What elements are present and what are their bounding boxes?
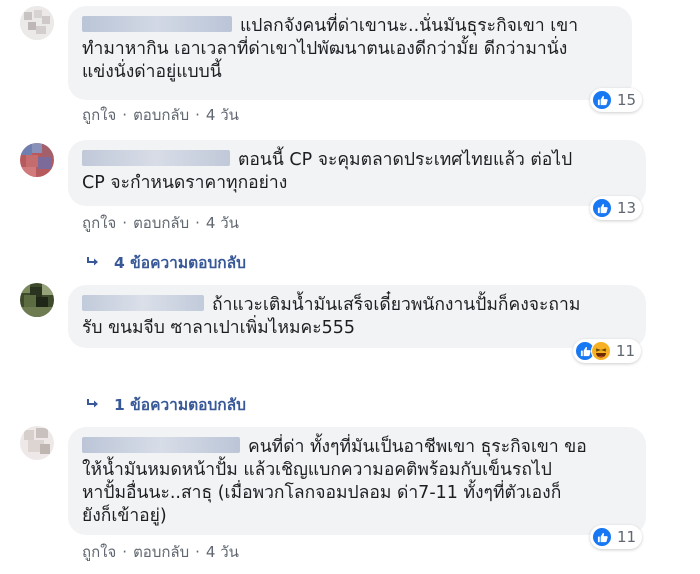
like-link[interactable]: ถูกใจ [82, 543, 116, 561]
reaction-count: 15 [617, 91, 637, 109]
avatar[interactable] [20, 6, 54, 40]
like-reaction-icon [592, 90, 612, 110]
comment-actions: ถูกใจ · ตอบกลับ · 4 วัน [82, 103, 239, 127]
reply-link[interactable]: ตอบกลับ [133, 106, 189, 124]
reaction-summary[interactable]: 15 [590, 88, 643, 112]
comment-bubble: แปลกจังคนที่ด่าเขานะ..นั่นมันธุระกิจเขา … [68, 6, 632, 100]
timestamp[interactable]: 4 วัน [206, 543, 239, 561]
timestamp[interactable]: 4 วัน [206, 214, 239, 232]
author-name[interactable] [82, 16, 232, 32]
like-link[interactable]: ถูกใจ [82, 214, 116, 232]
timestamp[interactable]: 4 วัน [206, 106, 239, 124]
reaction-summary[interactable]: 11 [590, 525, 643, 549]
comment-bubble: ตอนนี้ CP จะคุมตลาดประเทศไทยแล้ว ต่อไป C… [68, 140, 646, 206]
comment-text: คนที่ด่า ทั้งๆที่มันเป็นอาชีพเขา ธุระกิจ… [248, 437, 587, 457]
comment-bubble: คนที่ด่า ทั้งๆที่มันเป็นอาชีพเขา ธุระกิจ… [68, 427, 646, 535]
haha-reaction-icon [591, 341, 611, 361]
reaction-count: 11 [617, 528, 637, 546]
author-name[interactable] [82, 150, 230, 166]
reply-link[interactable]: ตอบกลับ [133, 543, 189, 561]
separator-dot: · [195, 214, 200, 232]
comment-text: ทำมาหากิน เอาเวลาที่ด่าเขาไปพัฒนาตนเองดี… [82, 39, 568, 59]
separator-dot: · [122, 106, 128, 124]
avatar[interactable] [20, 283, 54, 317]
reaction-summary[interactable]: 13 [590, 196, 643, 220]
comment-text: แข่งนั่งด่าอยู่แบบนี้ [82, 62, 222, 82]
comment-text: ตอนนี้ CP จะคุมตลาดประเทศไทยแล้ว ต่อไป [238, 150, 573, 170]
reaction-summary[interactable]: 11 [573, 339, 642, 363]
comment-bubble: ถ้าแวะเติมน้ำมันเสร็จเดี๋ยวพนักงานปั้มก็… [68, 285, 646, 348]
like-reaction-icon [592, 527, 612, 547]
view-replies-link[interactable]: 1 ข้อความตอบกลับ [86, 392, 246, 417]
comment-text: CP จะกำหนดราคาทุกอย่าง [82, 173, 288, 193]
comment-text: หาปั้มอื่นนะ..สาธุ (เมื่อพวกโลกจอมปลอม ด… [82, 483, 562, 503]
reaction-count: 11 [616, 342, 636, 360]
separator-dot: · [195, 106, 200, 124]
author-name[interactable] [82, 437, 240, 453]
like-link[interactable]: ถูกใจ [82, 106, 116, 124]
comment-text: ยังก็เข้าอยู่) [82, 506, 167, 526]
view-replies-link[interactable]: 4 ข้อความตอบกลับ [86, 250, 246, 275]
replies-count-label: 4 ข้อความตอบกลับ [114, 254, 247, 272]
avatar[interactable] [20, 143, 54, 177]
author-name[interactable] [82, 295, 204, 311]
comment-text: ให้น้ำมันหมดหน้าปั้ม แล้วเชิญแบกความอคติ… [82, 460, 552, 480]
reply-arrow-icon [86, 396, 100, 414]
separator-dot: · [122, 214, 128, 232]
reply-link[interactable]: ตอบกลับ [133, 214, 189, 232]
like-reaction-icon [592, 198, 612, 218]
reaction-count: 13 [617, 199, 637, 217]
replies-count-label: 1 ข้อความตอบกลับ [114, 396, 247, 414]
comment-text: แปลกจังคนที่ด่าเขานะ..นั่นมันธุระกิจเขา … [240, 16, 579, 36]
comment-actions: ถูกใจ · ตอบกลับ · 4 วัน [82, 540, 239, 564]
separator-dot: · [122, 543, 128, 561]
separator-dot: · [195, 543, 200, 561]
avatar[interactable] [20, 426, 54, 460]
comment-text: ถ้าแวะเติมน้ำมันเสร็จเดี๋ยวพนักงานปั้มก็… [212, 295, 581, 315]
comment-actions: ถูกใจ · ตอบกลับ · 4 วัน [82, 211, 239, 235]
comment-text: รับ ขนมจีบ ซาลาเปาเพิ่มไหมคะ555 [82, 318, 356, 338]
reply-arrow-icon [86, 254, 100, 272]
